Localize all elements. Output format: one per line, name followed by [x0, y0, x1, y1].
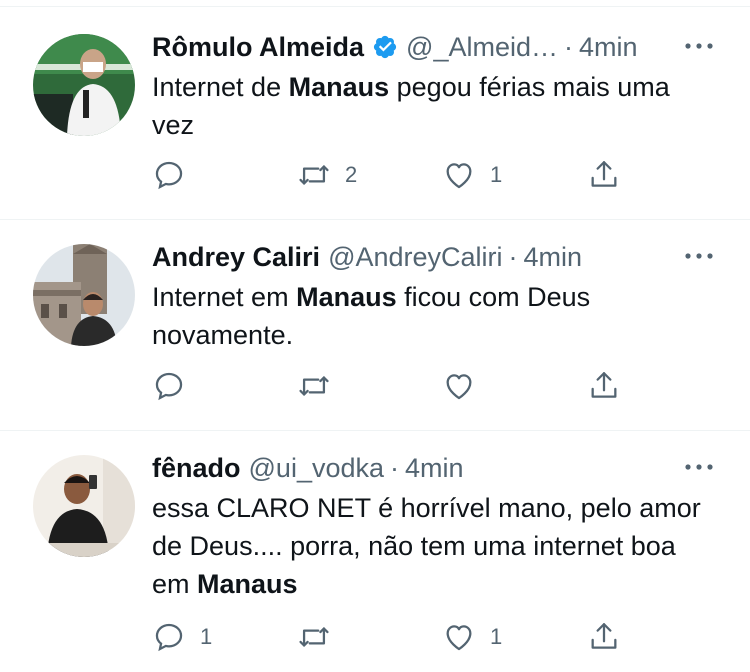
share-icon — [591, 161, 617, 187]
more-options-icon[interactable] — [684, 457, 714, 477]
author-handle[interactable]: @_Almeid… — [406, 32, 558, 63]
heart-icon — [446, 374, 472, 400]
retweet-icon — [299, 376, 329, 396]
share-button[interactable] — [587, 366, 621, 406]
author-handle[interactable]: @ui_vodka — [249, 453, 385, 484]
retweet-button[interactable] — [297, 617, 345, 657]
like-button[interactable] — [442, 366, 490, 406]
avatar[interactable] — [33, 455, 135, 557]
tweet-text: Internet de Manaus pegou férias mais uma… — [152, 72, 670, 140]
reply-icon — [155, 623, 183, 652]
separator-dot: · — [508, 241, 518, 272]
divider — [0, 6, 750, 7]
tweet-text: Internet em Manaus ficou com Deus novame… — [152, 282, 591, 350]
separator-dot: · — [564, 31, 573, 62]
tweet-header: Rômulo Almeida @_Almeid… · 4min — [152, 30, 714, 64]
tweet-text: essa CLARO NET é horrível mano, pelo amo… — [152, 493, 701, 599]
reply-button[interactable] — [152, 366, 200, 406]
heart-icon — [446, 163, 472, 189]
tweet-actions — [152, 366, 632, 406]
share-icon — [591, 623, 617, 649]
tweet[interactable]: fênado @ui_vodka · 4min essa CLARO NET é… — [0, 451, 750, 672]
tweet[interactable]: Rômulo Almeida @_Almeid… · 4min Internet… — [0, 30, 750, 220]
like-button[interactable]: 1 — [442, 155, 502, 195]
more-options-icon[interactable] — [684, 36, 714, 56]
reply-button[interactable] — [152, 155, 200, 195]
tweet-actions: 1 1 — [152, 617, 632, 657]
like-button[interactable]: 1 — [442, 617, 502, 657]
retweet-icon — [299, 165, 329, 185]
author-name[interactable]: Rômulo Almeida — [152, 32, 364, 63]
heart-icon — [446, 625, 472, 651]
reply-icon — [155, 161, 183, 190]
reply-icon — [155, 372, 183, 401]
share-icon — [591, 372, 617, 398]
share-button[interactable] — [587, 155, 621, 195]
tweet-header: Andrey Caliri @AndreyCaliri · 4min — [152, 240, 714, 274]
tweet-feed: Rômulo Almeida @_Almeid… · 4min Internet… — [0, 0, 750, 672]
divider — [0, 219, 750, 220]
retweet-icon — [299, 627, 329, 647]
author-name[interactable]: fênado — [152, 453, 241, 484]
verified-badge-icon — [372, 34, 398, 60]
share-button[interactable] — [587, 617, 621, 657]
retweet-button[interactable]: 2 — [297, 155, 357, 195]
tweet-actions: 2 1 — [152, 155, 632, 195]
timestamp[interactable]: 4min — [579, 32, 638, 63]
timestamp[interactable]: 4min — [524, 242, 583, 273]
separator-dot: · — [390, 452, 400, 483]
timestamp[interactable]: 4min — [405, 453, 464, 484]
avatar[interactable] — [33, 244, 135, 346]
author-name[interactable]: Andrey Caliri — [152, 242, 320, 273]
reply-button[interactable]: 1 — [152, 617, 212, 657]
retweet-button[interactable] — [297, 366, 345, 406]
avatar[interactable] — [33, 34, 135, 136]
tweet[interactable]: Andrey Caliri @AndreyCaliri · 4min Inter… — [0, 240, 750, 430]
divider — [0, 430, 750, 431]
tweet-header: fênado @ui_vodka · 4min — [152, 451, 714, 485]
author-handle[interactable]: @AndreyCaliri — [328, 242, 502, 273]
more-options-icon[interactable] — [684, 246, 714, 266]
